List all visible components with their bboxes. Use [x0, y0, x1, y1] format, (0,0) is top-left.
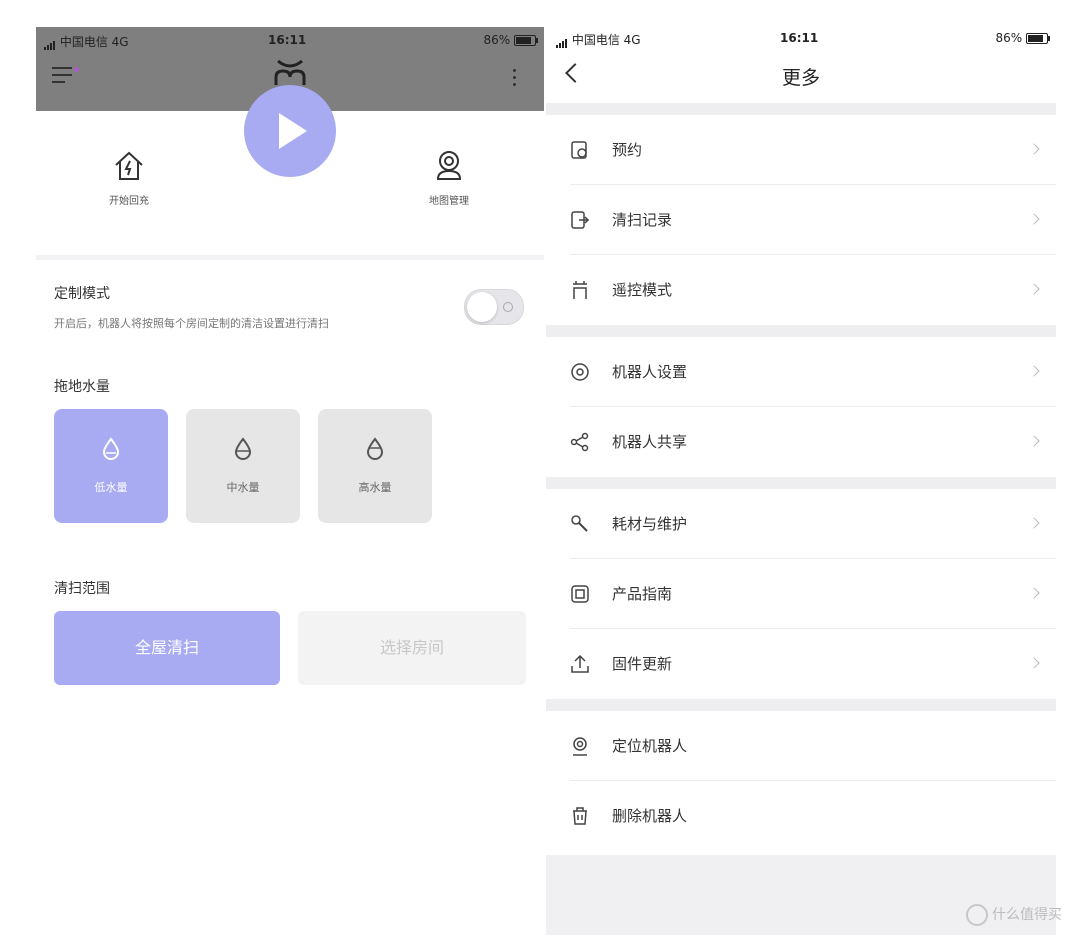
menu-item-label: 耗材与维护: [612, 515, 688, 533]
drop-low-icon: [102, 437, 120, 460]
custom-mode-desc: 开启后，机器人将按照每个房间定制的清洁设置进行清扫: [54, 317, 329, 330]
drop-high-icon: [366, 437, 384, 460]
menu-item-guide[interactable]: 产品指南: [546, 559, 1056, 629]
signal-icon: [44, 36, 56, 50]
locate-robot-icon: [573, 737, 587, 756]
status-time: 16:11: [268, 33, 307, 47]
select-room-button[interactable]: 选择房间: [298, 611, 526, 685]
watermark-logo-icon: [966, 904, 988, 926]
chevron-right-icon: [1028, 517, 1040, 529]
status-bar: 中国电信 4G 16:11 86%: [546, 27, 1056, 51]
page-title: 更多: [781, 67, 820, 89]
status-time: 16:11: [780, 31, 819, 45]
custom-mode-title: 定制模式: [54, 286, 110, 302]
section-divider: [36, 255, 544, 260]
custom-mode-toggle[interactable]: [464, 289, 524, 325]
notification-dot: [74, 67, 79, 72]
status-bar: 中国电信 4G 16:11 86%: [36, 27, 544, 51]
start-clean-button[interactable]: [244, 85, 336, 177]
carrier-text: 中国电信 4G: [571, 33, 641, 47]
menu-item-robot-settings[interactable]: 机器人设置: [546, 337, 1056, 407]
more-screen: 中国电信 4G 16:11 86% 更多 预约 清扫记录 遥控模式 机器人设置: [546, 27, 1056, 936]
menu-item-delete[interactable]: 删除机器人: [546, 781, 1056, 851]
water-high-label: 高水量: [358, 481, 392, 494]
trash-icon: [573, 807, 587, 825]
menu-item-robot-share[interactable]: 机器人共享: [546, 407, 1056, 477]
menu-item-label: 预约: [612, 141, 643, 159]
battery-percent: 86%: [995, 31, 1023, 45]
more-options-icon[interactable]: [511, 67, 519, 87]
chevron-right-icon: [1028, 143, 1040, 155]
water-high-button[interactable]: 高水量: [318, 409, 432, 523]
signal-icon: [556, 34, 568, 48]
drop-mid-icon: [234, 437, 252, 460]
recharge-button[interactable]: 开始回充: [94, 149, 164, 207]
carrier-text: 中国电信 4G: [59, 35, 129, 49]
chevron-right-icon: [1028, 657, 1040, 669]
share-icon: [570, 432, 589, 452]
menu-item-label: 删除机器人: [612, 807, 688, 825]
whole-house-button[interactable]: 全屋清扫: [54, 611, 280, 685]
battery-icon: [1026, 33, 1050, 44]
upload-icon: [571, 654, 589, 673]
battery-percent: 86%: [483, 33, 511, 47]
chevron-right-icon: [1028, 283, 1040, 295]
water-low-label: 低水量: [94, 481, 128, 494]
menu-item-label: 定位机器人: [612, 737, 688, 755]
settings-icon: [571, 363, 589, 381]
menu-item-label: 清扫记录: [612, 211, 673, 229]
menu-icon[interactable]: [52, 65, 79, 87]
home-screen: 中国电信 4G 16:11 86% 开始回充 地图管理 定制模式 开启后，机器人…: [36, 27, 544, 936]
menu-item-schedule[interactable]: 预约: [546, 115, 1056, 185]
guide-icon: [571, 585, 589, 603]
menu-item-locate[interactable]: 定位机器人: [546, 711, 1056, 781]
water-low-button[interactable]: 低水量: [54, 409, 168, 523]
play-icon: [279, 113, 307, 149]
menu-item-remote[interactable]: 遥控模式: [546, 255, 1056, 325]
map-manage-button[interactable]: 地图管理: [414, 149, 484, 207]
menu-item-clean-record[interactable]: 清扫记录: [546, 185, 1056, 255]
menu-item-maintenance[interactable]: 耗材与维护: [546, 489, 1056, 559]
watermark-text: 什么值得买: [992, 907, 1062, 923]
schedule-icon: [571, 141, 587, 159]
water-mid-button[interactable]: 中水量: [186, 409, 300, 523]
chevron-right-icon: [1028, 435, 1040, 447]
watermark: 什么值得买: [966, 904, 1062, 926]
robot-map-icon: [436, 151, 462, 180]
chevron-right-icon: [1028, 213, 1040, 225]
chevron-right-icon: [1028, 365, 1040, 377]
wrench-icon: [571, 515, 588, 532]
water-title: 拖地水量: [54, 379, 110, 395]
menu-item-firmware[interactable]: 固件更新: [546, 629, 1056, 699]
water-mid-label: 中水量: [226, 481, 260, 494]
menu-item-label: 机器人共享: [612, 433, 688, 451]
recharge-label: 开始回充: [109, 196, 149, 207]
remote-icon: [573, 281, 587, 299]
menu-item-label: 固件更新: [612, 655, 673, 673]
menu-item-label: 产品指南: [612, 585, 673, 603]
home-charge-icon: [115, 151, 143, 180]
menu-item-label: 机器人设置: [612, 363, 688, 381]
record-icon: [571, 211, 590, 229]
battery-icon: [514, 35, 538, 46]
chevron-right-icon: [1028, 587, 1040, 599]
menu-item-label: 遥控模式: [612, 281, 673, 299]
range-title: 清扫范围: [54, 581, 110, 597]
robot-logo: [274, 59, 306, 85]
map-label: 地图管理: [429, 196, 469, 207]
